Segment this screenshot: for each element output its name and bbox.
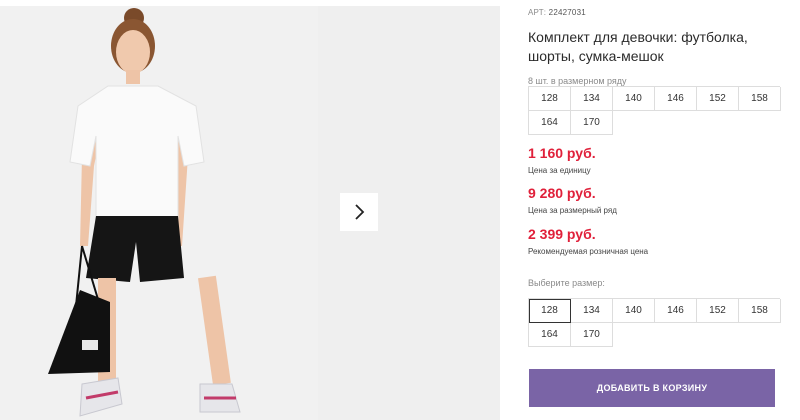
size-row-cell: 140 [613, 87, 655, 111]
article-value: 22427031 [548, 8, 586, 17]
size-option[interactable]: 164 [529, 323, 571, 347]
girl-in-outfit-image [0, 6, 318, 420]
product-info-panel: АРТ: 22427031 Комплект для девочки: футб… [528, 0, 800, 420]
retail-price: 2 399 руб. [528, 226, 596, 242]
size-row-price-caption: Цена за размерный ряд [528, 206, 617, 215]
size-row-price: 9 280 руб. [528, 185, 596, 201]
product-title: Комплект для девочки: футболка, шорты, с… [528, 29, 748, 64]
size-row-cell: 146 [655, 87, 697, 111]
size-row-cell: 158 [739, 87, 781, 111]
size-row-cell: 152 [697, 87, 739, 111]
size-option[interactable]: 140 [613, 299, 655, 323]
next-image-button[interactable] [340, 193, 378, 231]
size-option[interactable]: 134 [571, 299, 613, 323]
size-row-cell: 128 [529, 87, 571, 111]
unit-price: 1 160 руб. [528, 145, 596, 161]
size-row-cell: 164 [529, 111, 571, 135]
size-row-label: 8 шт. в размерном ряду [528, 76, 627, 86]
chevron-right-icon [355, 204, 365, 220]
size-row-cell: 170 [571, 111, 613, 135]
size-option[interactable]: 170 [571, 323, 613, 347]
size-row-grid: 128 134 140 146 152 158 164 170 [528, 86, 781, 135]
product-photo[interactable] [0, 6, 318, 420]
add-to-cart-button[interactable]: ДОБАВИТЬ В КОРЗИНУ [529, 369, 775, 407]
retail-price-caption: Рекомендуемая розничная цена [528, 247, 649, 256]
size-option[interactable]: 128 [529, 299, 571, 323]
size-option[interactable]: 158 [739, 299, 781, 323]
article-number: АРТ: 22427031 [528, 8, 586, 17]
size-option[interactable]: 146 [655, 299, 697, 323]
article-label: АРТ: [528, 8, 547, 17]
size-option[interactable]: 152 [697, 299, 739, 323]
size-select-label: Выберите размер: [528, 278, 605, 288]
size-select-grid: 128 134 140 146 152 158 164 170 [528, 298, 781, 347]
size-row-cell: 134 [571, 87, 613, 111]
unit-price-caption: Цена за единицу [528, 166, 591, 175]
product-gallery [0, 0, 500, 420]
